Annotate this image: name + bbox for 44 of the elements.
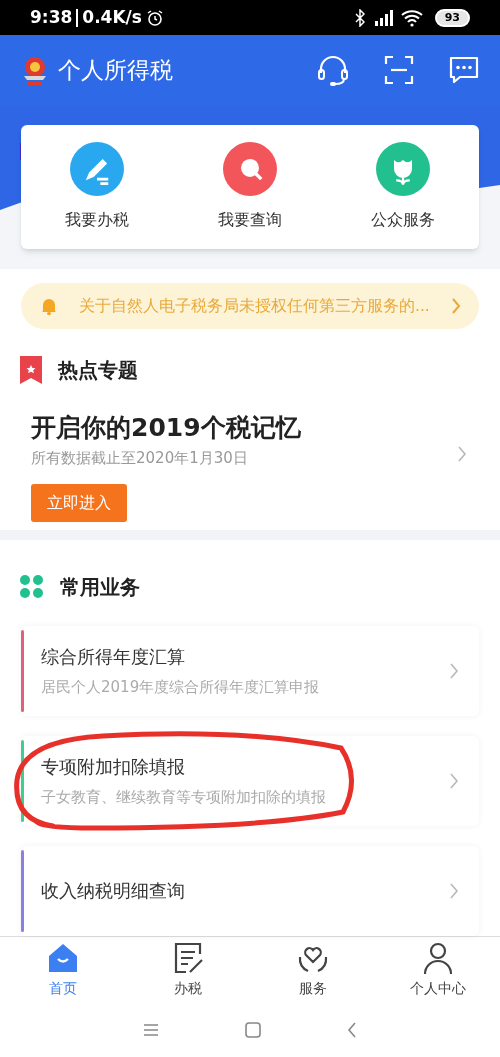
scan-icon[interactable] <box>384 55 414 86</box>
nav-tab[interactable]: 服务 <box>250 936 375 1003</box>
action-label[interactable]: 我要查询 <box>218 208 282 233</box>
chevron-icon <box>449 771 459 790</box>
nav-tab[interactable]: 个人中心 <box>375 936 500 1003</box>
chevron-icon <box>451 297 461 316</box>
chevron-icon <box>449 881 459 900</box>
topic-title: 开启你的2019个税记忆 <box>31 412 301 445</box>
topic-card[interactable]: 开启你的2019个税记忆 所有数据截止至2020年1月30日 立即进入 <box>0 411 500 522</box>
app-title: 个人所得税 <box>58 56 173 86</box>
notice-text: 关于自然人电子税务局未授权任何第三方服务的... <box>79 295 430 317</box>
service-title: 收入纳税明细查询 <box>41 879 185 903</box>
chevron-icon <box>457 444 467 463</box>
bluetooth-icon <box>354 8 365 27</box>
nav-tab[interactable]: 首页 <box>0 936 125 1003</box>
alarm-icon <box>145 8 164 27</box>
service-title: 综合所得年度汇算 <box>41 645 186 669</box>
action-label[interactable]: 我要办税 <box>65 208 130 233</box>
chevron-icon <box>449 661 459 680</box>
action-label[interactable]: 公众服务 <box>370 208 435 233</box>
service-card[interactable]: 收入纳税明细查询 <box>21 845 479 936</box>
clock-time: 9:38 <box>30 5 73 29</box>
service-subtitle: 居民个人2019年度综合所得年度汇算申报 <box>41 676 320 698</box>
back-icon[interactable] <box>347 1022 357 1038</box>
home-button-icon[interactable] <box>245 1022 261 1038</box>
grid-icon <box>20 574 44 599</box>
flower-icon[interactable] <box>375 142 430 197</box>
message-icon[interactable] <box>448 55 480 86</box>
battery-level: 93 <box>434 8 470 27</box>
headset-icon[interactable] <box>316 53 350 88</box>
nav-tab[interactable]: 办税 <box>125 936 250 1003</box>
bookmark-icon <box>20 356 42 385</box>
signal-icon <box>372 8 393 27</box>
topic-subtitle: 所有数据截止至2020年1月30日 <box>31 448 249 470</box>
wifi-icon <box>400 8 423 27</box>
section-title: 热点专题 <box>58 357 138 385</box>
search-icon[interactable] <box>223 142 277 197</box>
network-speed: 0.4K/s <box>82 5 142 29</box>
menu-icon[interactable] <box>143 1023 159 1037</box>
service-title: 专项附加扣除填报 <box>41 755 186 779</box>
section-title: 常用业务 <box>60 573 140 601</box>
pencil-icon[interactable] <box>70 142 125 197</box>
service-subtitle: 子女教育、继续教育等专项附加扣除的填报 <box>41 786 326 808</box>
service-card[interactable]: 综合所得年度汇算 居民个人2019年度综合所得年度汇算申报 <box>21 625 479 716</box>
